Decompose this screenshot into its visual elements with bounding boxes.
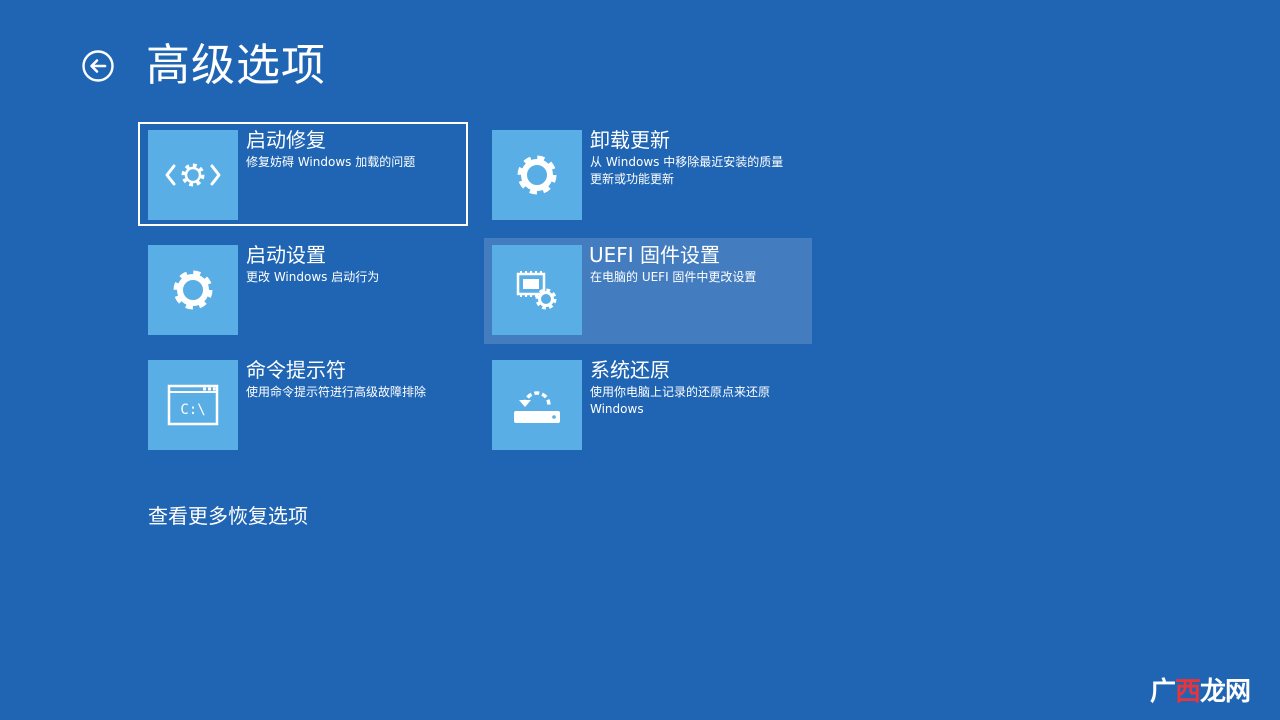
page-title: 高级选项 [146,40,326,91]
firmware-chip-gear-icon [516,271,557,310]
option-tile [148,130,238,220]
option-title: 卸载更新 [590,128,670,152]
option-title: 启动设置 [246,243,326,267]
option-description: 更改 Windows 启动行为 [246,270,380,284]
advanced-options-screen: 高级选项 启动修复 修复妨碍 Windows 加载的问题 卸载更新 从 Wind… [0,0,1280,720]
watermark-part-3: 龙网 [1199,677,1251,707]
option-uefi-firmware-settings[interactable]: UEFI 固件设置 在电脑的 UEFI 固件中更改设置 [484,238,812,344]
watermark-part-1: 广 [1149,677,1176,707]
back-arrow-circle-icon [82,50,114,82]
gear-icon [517,155,557,195]
system-restore-icon [514,391,560,423]
option-tile [492,130,582,220]
back-button[interactable] [82,50,114,82]
option-description: 修复妨碍 Windows 加载的问题 [246,155,416,169]
command-prompt-icon-text: C:\ [180,402,205,418]
watermark-part-2: 西 [1174,677,1201,707]
option-tile: C:\ [148,360,238,450]
option-title: 命令提示符 [246,358,346,382]
option-tile [492,360,582,450]
option-startup-repair[interactable]: 启动修复 修复妨碍 Windows 加载的问题 [138,122,468,226]
option-command-prompt[interactable]: C:\ 命令提示符 使用命令提示符进行高级故障排除 [138,352,468,456]
option-uninstall-updates[interactable]: 卸载更新 从 Windows 中移除最近安装的质量更新或功能更新 [482,122,812,226]
startup-repair-icon [165,163,221,187]
option-system-restore[interactable]: 系统还原 使用你电脑上记录的还原点来还原 Windows [482,352,812,456]
option-description: 使用你电脑上记录的还原点来还原 Windows [590,385,771,416]
gear-icon [173,270,213,310]
more-recovery-options-link[interactable]: 查看更多恢复选项 [148,502,308,530]
option-tile [148,245,238,335]
option-description: 从 Windows 中移除最近安装的质量更新或功能更新 [590,155,784,186]
option-title: UEFI 固件设置 [589,243,721,267]
option-startup-settings[interactable]: 启动设置 更改 Windows 启动行为 [138,237,468,341]
command-prompt-icon: C:\ [167,384,219,426]
option-tile [492,245,582,335]
site-watermark: 广西龙网 [1149,671,1251,708]
option-title: 启动修复 [246,128,326,152]
option-title: 系统还原 [590,358,670,382]
option-description: 在电脑的 UEFI 固件中更改设置 [590,270,757,284]
option-description: 使用命令提示符进行高级故障排除 [246,385,427,399]
